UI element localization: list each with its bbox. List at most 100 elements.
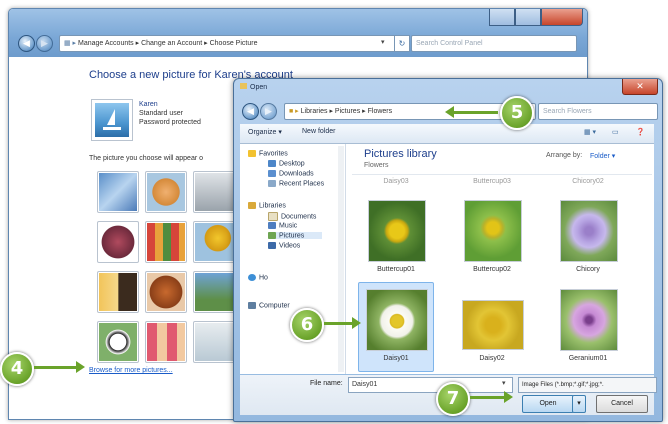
library-subtitle: Flowers bbox=[364, 162, 389, 169]
address-bar[interactable]: ■ ▸ Libraries ▸ Pictures ▸ Flowers bbox=[284, 103, 536, 120]
help-icon[interactable]: ❓ bbox=[636, 128, 645, 136]
picture-tile[interactable] bbox=[97, 171, 139, 213]
callout-arrow-7 bbox=[470, 391, 513, 403]
thumbnail-daisy02[interactable] bbox=[462, 300, 524, 350]
homegroup-icon bbox=[248, 274, 256, 281]
file-type-select[interactable]: Image Files (*.bmp;*.gif;*.jpg;*. bbox=[518, 377, 657, 393]
open-split-button[interactable]: ▾ bbox=[572, 395, 586, 413]
nav-desktop[interactable]: Desktop bbox=[268, 160, 305, 167]
search-input[interactable]: Search Control Panel bbox=[411, 35, 577, 52]
picture-tile[interactable] bbox=[193, 321, 235, 363]
folder-icon: ■ ▸ bbox=[289, 108, 299, 115]
preview-pane-icon[interactable]: ▭ bbox=[612, 128, 619, 136]
downloads-icon bbox=[268, 170, 276, 177]
thumbnail-buttercup02[interactable] bbox=[464, 200, 522, 262]
thumbnail-daisy01[interactable] bbox=[366, 289, 428, 351]
libraries-icon bbox=[248, 202, 256, 209]
picture-tile[interactable] bbox=[145, 171, 187, 213]
folder-icon bbox=[240, 83, 247, 89]
current-picture bbox=[91, 99, 133, 141]
nav-documents[interactable]: Documents bbox=[268, 212, 316, 221]
close-button[interactable] bbox=[541, 9, 583, 26]
thumbnail-label: Daisy02 bbox=[479, 355, 505, 362]
nav-videos[interactable]: Videos bbox=[268, 242, 300, 249]
back-button[interactable]: ◀ bbox=[18, 35, 35, 52]
breadcrumb-item[interactable]: Libraries bbox=[301, 108, 328, 115]
thumbnail-buttercup01[interactable] bbox=[368, 200, 426, 262]
open-dialog: Open ✕ ◀ ▶ ■ ▸ Libraries ▸ Pictures ▸ Fl… bbox=[233, 78, 663, 422]
address-bar[interactable]: ▦ ▸ Manage Accounts ▸ Change an Account … bbox=[59, 35, 396, 52]
new-folder-button[interactable]: New folder bbox=[302, 128, 335, 135]
picture-tile[interactable] bbox=[193, 271, 235, 313]
thumbnail-geranium01[interactable] bbox=[560, 289, 618, 351]
desktop-icon bbox=[268, 160, 276, 167]
breadcrumb-item[interactable]: Change an Account bbox=[141, 40, 202, 47]
nav-computer[interactable]: Computer bbox=[248, 302, 290, 309]
nav-homegroup[interactable]: Ho bbox=[248, 274, 268, 281]
thumbnail-label: Buttercup02 bbox=[473, 266, 511, 273]
search-input[interactable]: Search Flowers bbox=[538, 103, 658, 120]
breadcrumb-item[interactable]: Choose Picture bbox=[210, 40, 258, 47]
callout-step-7: 7 bbox=[436, 382, 470, 416]
dialog-toolbar: Organize ▾ New folder ▦ ▾ ▭ ❓ bbox=[240, 124, 654, 144]
divider bbox=[352, 174, 652, 175]
breadcrumb-item[interactable]: Manage Accounts bbox=[78, 40, 134, 47]
file-name-label: File name: bbox=[310, 380, 343, 387]
nav-downloads[interactable]: Downloads bbox=[268, 170, 314, 177]
callout-arrow-5 bbox=[445, 106, 498, 118]
nav-music[interactable]: Music bbox=[268, 222, 297, 229]
picture-tile[interactable] bbox=[145, 221, 187, 263]
picture-tile[interactable] bbox=[97, 271, 139, 313]
control-panel-icon: ▦ ▸ bbox=[64, 40, 77, 47]
thumbnail-label: Buttercup01 bbox=[377, 266, 415, 273]
back-button[interactable]: ◀ bbox=[242, 103, 259, 120]
nav-favorites[interactable]: Favorites bbox=[248, 150, 288, 157]
picture-tile[interactable] bbox=[145, 321, 187, 363]
maximize-button[interactable] bbox=[515, 9, 541, 26]
picture-info-text: The picture you choose will appear o bbox=[89, 155, 204, 162]
nav-recent-places[interactable]: Recent Places bbox=[268, 180, 324, 187]
forward-button[interactable]: ▶ bbox=[36, 35, 53, 52]
nav-libraries[interactable]: Libraries bbox=[248, 202, 286, 209]
dialog-title: Open bbox=[240, 83, 267, 91]
callout-arrow-4 bbox=[34, 361, 85, 373]
browse-more-pictures-link[interactable]: Browse for more pictures... bbox=[89, 367, 173, 374]
organize-button[interactable]: Organize ▾ bbox=[248, 128, 282, 136]
forward-button[interactable]: ▶ bbox=[260, 103, 277, 120]
view-icon[interactable]: ▦ ▾ bbox=[584, 128, 596, 136]
breadcrumb-item[interactable]: Pictures bbox=[335, 108, 360, 115]
picture-tile[interactable] bbox=[145, 271, 187, 313]
close-button[interactable]: ✕ bbox=[622, 79, 658, 95]
picture-tile[interactable] bbox=[193, 171, 235, 213]
music-icon bbox=[268, 222, 276, 229]
callout-arrow-6 bbox=[324, 317, 361, 329]
refresh-icon[interactable]: ↻ bbox=[394, 35, 410, 52]
callout-step-5: 5 bbox=[500, 96, 534, 130]
thumbnail-label: Chicory02 bbox=[572, 178, 604, 185]
thumbnail-chicory[interactable] bbox=[560, 200, 618, 262]
library-title: Pictures library bbox=[364, 148, 437, 160]
picture-tile[interactable] bbox=[97, 321, 139, 363]
star-icon bbox=[248, 150, 256, 157]
nav-pictures[interactable]: Pictures bbox=[268, 232, 323, 240]
navigation-pane: Favorites Desktop Downloads Recent Place… bbox=[240, 144, 346, 374]
window-controls bbox=[489, 9, 583, 26]
cancel-button[interactable]: Cancel bbox=[596, 395, 648, 413]
picture-tile[interactable] bbox=[193, 221, 235, 263]
picture-tile[interactable] bbox=[97, 221, 139, 263]
account-name: Karen bbox=[139, 101, 158, 108]
videos-icon bbox=[268, 242, 276, 249]
minimize-button[interactable] bbox=[489, 9, 515, 26]
chevron-down-icon[interactable]: ▾ bbox=[502, 379, 506, 387]
chevron-down-icon[interactable]: ▾ bbox=[381, 38, 385, 46]
breadcrumb-item[interactable]: Flowers bbox=[368, 108, 393, 115]
file-name-input[interactable]: Daisy01 bbox=[348, 377, 513, 393]
nav-scrollbar[interactable] bbox=[338, 146, 344, 372]
pictures-icon bbox=[268, 232, 276, 239]
account-status: Password protected bbox=[139, 119, 201, 126]
arrange-by-dropdown[interactable]: Folder ▾ bbox=[590, 152, 615, 160]
thumbnail-label: Daisy03 bbox=[383, 178, 409, 185]
sailboat-icon bbox=[95, 103, 129, 137]
open-button[interactable]: Open bbox=[522, 395, 574, 413]
computer-icon bbox=[248, 302, 256, 309]
